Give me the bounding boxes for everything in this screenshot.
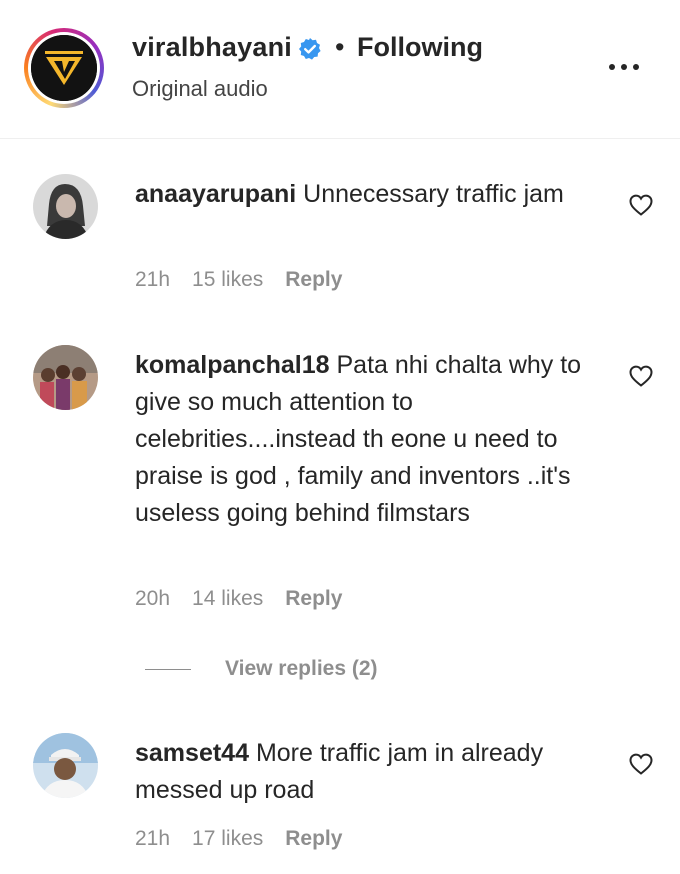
comment-text: komalpanchal18 Pata nhi chalta why to gi… [135, 347, 605, 532]
reply-button[interactable]: Reply [285, 587, 342, 610]
comment-username[interactable]: anaayarupani [135, 180, 296, 208]
comment-likes[interactable]: 15 likes [192, 268, 263, 291]
post-username[interactable]: viralbhayani [132, 32, 292, 63]
comment-likes[interactable]: 17 likes [192, 827, 263, 850]
reply-button[interactable]: Reply [285, 268, 342, 291]
comment-meta: 20h 14 likes Reply [135, 587, 364, 611]
commenter-avatar[interactable] [33, 174, 98, 239]
comment-time: 21h [135, 827, 171, 850]
comment-username[interactable]: samset44 [135, 739, 249, 767]
comment-username[interactable]: komalpanchal18 [135, 351, 330, 379]
comment-text: samset44 More traffic jam in already mes… [135, 735, 605, 809]
reply-button[interactable]: Reply [285, 827, 342, 850]
more-options-icon[interactable] [606, 60, 642, 74]
verified-badge-icon [299, 38, 321, 60]
like-heart-icon[interactable] [628, 752, 654, 776]
replies-divider [145, 669, 191, 670]
like-heart-icon[interactable] [628, 364, 654, 388]
commenter-avatar[interactable] [33, 733, 98, 798]
following-button[interactable]: Following [357, 32, 483, 63]
viral-logo-icon [31, 35, 97, 101]
audio-label[interactable]: Original audio [132, 76, 268, 102]
profile-avatar[interactable] [24, 28, 104, 108]
separator-dot: • [335, 32, 345, 62]
like-heart-icon[interactable] [628, 193, 654, 217]
comment-meta: 21h 15 likes Reply [135, 268, 364, 292]
view-replies-label[interactable]: View replies (2) [225, 657, 378, 681]
commenter-avatar[interactable] [33, 345, 98, 410]
post-header: viralbhayani • Following Original audio [0, 0, 680, 139]
comment-likes[interactable]: 14 likes [192, 587, 263, 610]
comment-meta: 21h 17 likes Reply [135, 827, 364, 851]
comment-text: anaayarupani Unnecessary traffic jam [135, 176, 605, 213]
comment-body: Unnecessary traffic jam [303, 180, 564, 208]
comment-time: 20h [135, 587, 171, 610]
comment-time: 21h [135, 268, 171, 291]
